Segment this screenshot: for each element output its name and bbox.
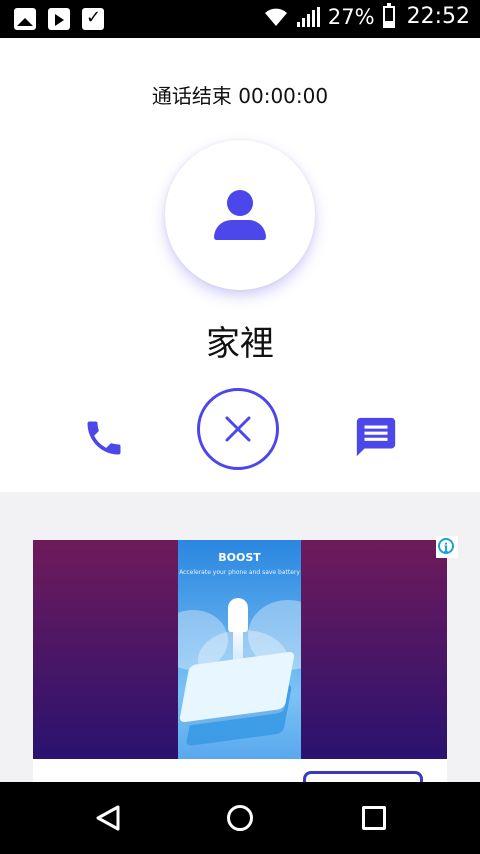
home-icon[interactable] [227,805,253,831]
ad-image: BOOST Accelerate your phone and save bat… [178,540,301,759]
call-status-label: 通话结束 [151,84,232,108]
task-check-icon [82,7,104,30]
send-message-button[interactable] [353,414,399,460]
contact-name: 家裡 [206,324,274,364]
close-icon [225,416,251,442]
call-summary-card: 通话结束 00:00:00 家裡 [0,38,480,492]
call-status: 通话结束 00:00:00 [0,80,480,109]
clock: 22:52 [406,4,470,29]
ad-banner[interactable]: BOOST Accelerate your phone and save bat… [33,540,447,759]
battery-icon [382,2,395,28]
call-duration: 00:00:00 [238,84,329,108]
wifi-icon [264,8,287,26]
play-store-icon [48,8,70,30]
back-icon[interactable] [94,804,122,832]
ad-title: BOOST [218,551,261,564]
close-button[interactable] [197,388,279,470]
contact-avatar [165,140,315,290]
call-back-button[interactable] [82,416,126,460]
image-icon [14,8,36,30]
ad-info-button[interactable]: i [436,536,458,558]
phone-icon [87,421,121,455]
battery-percent: 27% [327,4,375,29]
rocket-icon [228,598,248,632]
ad-card[interactable]: BOOST Accelerate your phone and save bat… [33,536,458,801]
status-bar: 27% 22:52 [0,0,480,38]
signal-icon [296,6,320,27]
person-icon [227,190,253,216]
ad-subtitle: Accelerate your phone and save battery [179,569,300,576]
navigation-bar [0,782,480,854]
message-icon [356,417,396,457]
info-icon: i [438,538,454,555]
recent-apps-icon[interactable] [362,806,386,830]
